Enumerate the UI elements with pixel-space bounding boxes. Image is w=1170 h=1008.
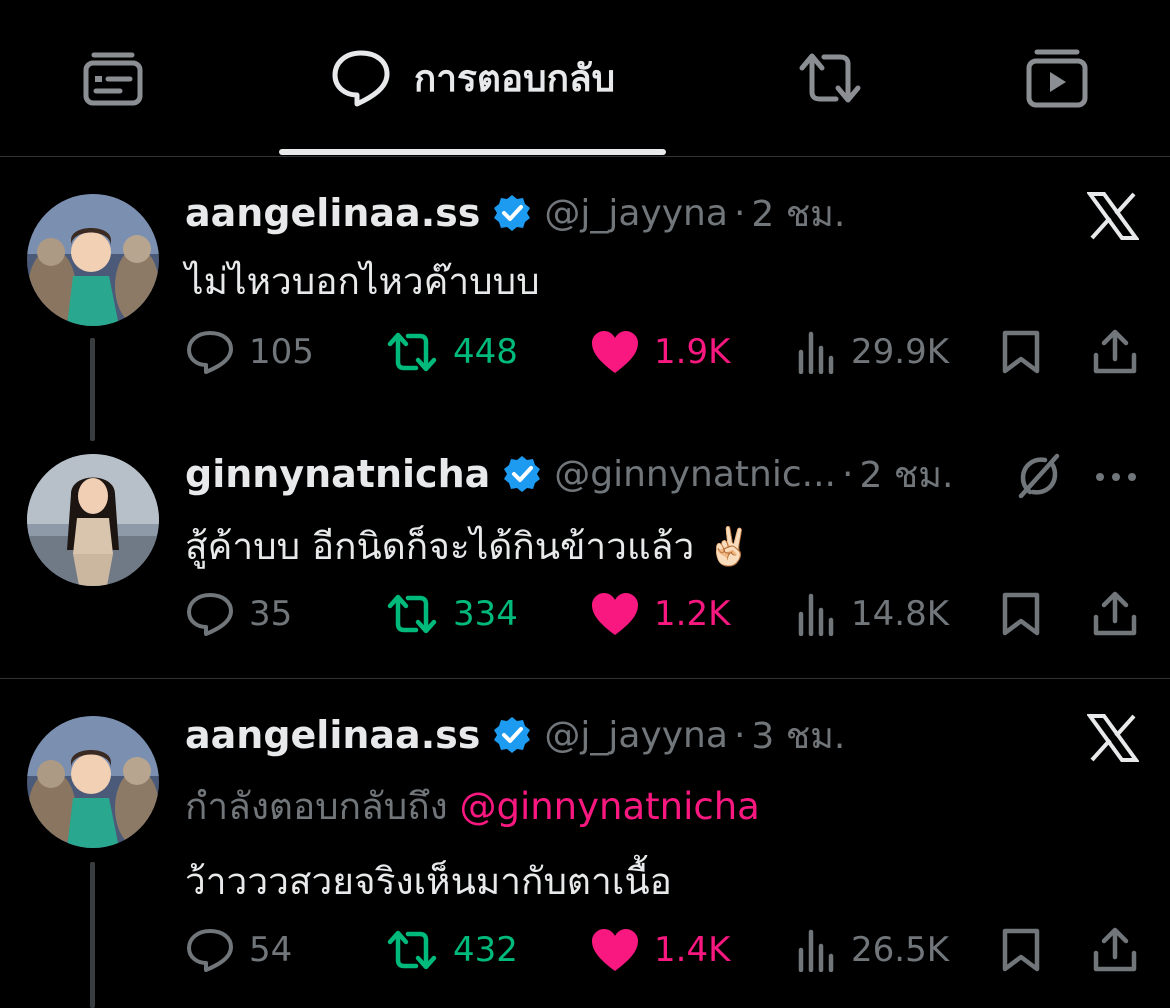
more-options-icon[interactable] xyxy=(1094,468,1138,487)
reply-icon xyxy=(187,929,233,972)
tab-replies-label: การตอบกลับ xyxy=(413,56,616,100)
post-header: ginnynatnicha @ginnynatnic... · 2 ชม. xyxy=(185,449,953,499)
separator-dot: · xyxy=(842,453,854,495)
avatar-aangelinaa[interactable] xyxy=(27,716,159,848)
tab-posts[interactable] xyxy=(70,0,156,156)
post-text: ไม่ไหวบอกไหวค๊าบบบ xyxy=(185,260,540,303)
bookmark-icon xyxy=(1002,928,1040,972)
views-icon xyxy=(798,593,834,636)
user-handle[interactable]: @j_jayyna xyxy=(544,193,728,234)
separator-dot: · xyxy=(733,714,746,756)
avatar-photo-icon xyxy=(27,194,159,326)
repost-button[interactable]: 432 xyxy=(385,920,518,980)
profile-tabs: การตอบกลับ xyxy=(0,0,1170,157)
post-time[interactable]: 2 ชม. xyxy=(859,446,953,503)
views-count: 14.8K xyxy=(851,594,949,634)
avatar-aangelinaa[interactable] xyxy=(27,194,159,326)
thread-connector xyxy=(90,338,95,441)
share-button[interactable] xyxy=(1092,584,1138,644)
video-icon xyxy=(1026,49,1088,108)
display-name[interactable]: ginnynatnicha xyxy=(185,452,490,496)
bookmark-button[interactable] xyxy=(1000,322,1042,382)
avatar-photo-icon xyxy=(27,454,159,586)
post-time[interactable]: 2 ชม. xyxy=(751,185,845,242)
bookmark-icon xyxy=(1002,592,1040,636)
repost-icon xyxy=(387,930,437,970)
repost-count: 334 xyxy=(453,594,518,634)
reply-icon xyxy=(187,593,233,636)
reply-count: 54 xyxy=(249,930,293,970)
repost-count: 432 xyxy=(453,930,518,970)
views-icon xyxy=(798,929,834,972)
reply-icon xyxy=(187,331,233,374)
views-icon xyxy=(798,331,834,374)
repost-icon xyxy=(387,594,437,634)
like-count: 1.4K xyxy=(654,930,731,970)
heart-icon xyxy=(592,929,638,971)
verified-badge-icon xyxy=(502,454,542,494)
share-icon xyxy=(1093,591,1137,636)
separator-dot: · xyxy=(733,192,746,234)
thread-connector xyxy=(90,862,95,1008)
repost-button[interactable]: 334 xyxy=(385,584,518,644)
grok-icon[interactable] xyxy=(1015,452,1063,504)
bookmark-button[interactable] xyxy=(1000,920,1042,980)
tab-videos[interactable] xyxy=(1022,0,1092,156)
active-tab-indicator xyxy=(279,149,666,155)
post-header: aangelinaa.ss @j_jayyna · 2 ชม. xyxy=(185,188,845,238)
like-count: 1.9K xyxy=(654,332,731,372)
heart-icon xyxy=(592,331,638,373)
tab-replies[interactable]: การตอบกลับ xyxy=(279,0,666,156)
avatar-ginnynatnicha[interactable] xyxy=(27,454,159,586)
post-header: aangelinaa.ss @j_jayyna · 3 ชม. xyxy=(185,710,845,760)
avatar-photo-icon xyxy=(27,716,159,848)
reply-count: 105 xyxy=(249,332,314,372)
views-count: 29.9K xyxy=(851,332,949,372)
views-button[interactable]: 26.5K xyxy=(797,920,949,980)
views-count: 26.5K xyxy=(851,930,949,970)
reply-button[interactable]: 54 xyxy=(185,920,292,980)
share-button[interactable] xyxy=(1092,322,1138,382)
repost-button[interactable]: 448 xyxy=(385,322,518,382)
bookmark-button[interactable] xyxy=(1000,584,1042,644)
views-button[interactable]: 14.8K xyxy=(797,584,949,644)
repost-icon xyxy=(387,332,437,372)
x-logo-icon[interactable] xyxy=(1086,714,1140,766)
reply-button[interactable]: 105 xyxy=(185,322,314,382)
share-icon xyxy=(1093,927,1137,972)
repost-count: 448 xyxy=(453,332,518,372)
heart-icon xyxy=(592,593,638,635)
post-time[interactable]: 3 ชม. xyxy=(751,707,845,764)
post-actions: 54 432 1.4K 26.5K xyxy=(185,920,1145,980)
repost-icon xyxy=(799,53,861,103)
like-button[interactable]: 1.4K xyxy=(590,920,730,980)
reply-count: 35 xyxy=(249,594,293,634)
post-divider xyxy=(0,678,1170,679)
replying-to-line: กำลังตอบกลับถึง @ginnynatnicha xyxy=(185,777,760,836)
views-button[interactable]: 29.9K xyxy=(797,322,949,382)
like-count: 1.2K xyxy=(654,594,731,634)
feed-icon xyxy=(83,52,143,106)
like-button[interactable]: 1.9K xyxy=(590,322,730,382)
reply-bubble-icon xyxy=(332,50,390,107)
share-button[interactable] xyxy=(1092,920,1138,980)
share-icon xyxy=(1093,329,1137,374)
replying-to-label: กำลังตอบกลับถึง xyxy=(185,785,448,828)
post-actions: 105 448 1.9K 29.9K xyxy=(185,322,1145,382)
x-logo-icon[interactable] xyxy=(1086,192,1140,244)
display-name[interactable]: aangelinaa.ss xyxy=(185,713,480,757)
reply-button[interactable]: 35 xyxy=(185,584,292,644)
post-text: ว้าวววสวยจริงเห็นมากับตาเนื้อ xyxy=(185,860,672,903)
user-handle[interactable]: @ginnynatnic... xyxy=(554,454,836,495)
verified-badge-icon xyxy=(492,715,532,755)
tab-reposts[interactable] xyxy=(790,0,870,156)
user-handle[interactable]: @j_jayyna xyxy=(544,715,728,756)
display-name[interactable]: aangelinaa.ss xyxy=(185,191,480,235)
post-actions: 35 334 1.2K 14.8K xyxy=(185,584,1145,644)
post-text: สู้ค้าบบ อีกนิดก็จะได้กินข้าวแล้ว ✌🏻 xyxy=(185,525,753,568)
bookmark-icon xyxy=(1002,330,1040,374)
mention-link[interactable]: @ginnynatnicha xyxy=(459,785,759,828)
verified-badge-icon xyxy=(492,193,532,233)
like-button[interactable]: 1.2K xyxy=(590,584,730,644)
